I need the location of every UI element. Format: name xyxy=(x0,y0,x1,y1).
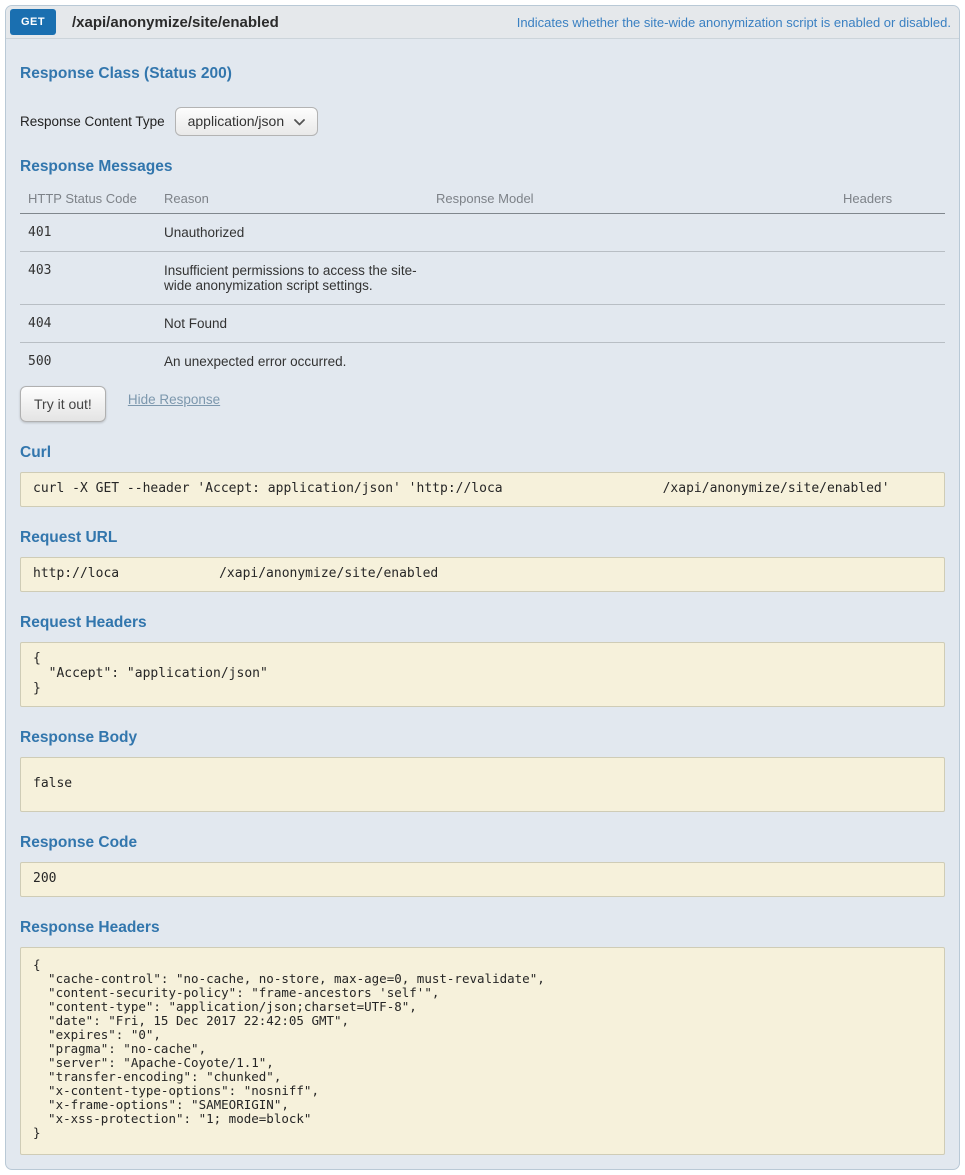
table-row: 403 Insufficient permissions to access t… xyxy=(20,252,945,305)
response-class-heading: Response Class (Status 200) xyxy=(20,65,945,83)
try-it-out-button[interactable]: Try it out! xyxy=(20,386,106,422)
chevron-down-icon xyxy=(294,113,305,129)
response-body-box: false xyxy=(20,757,945,812)
status-code-cell: 404 xyxy=(20,305,156,343)
operation-panel: GET /xapi/anonymize/site/enabled Indicat… xyxy=(5,5,960,1170)
status-code-cell: 401 xyxy=(20,214,156,252)
response-body-heading: Response Body xyxy=(20,729,945,747)
curl-command-prefix: curl -X GET --header 'Accept: applicatio… xyxy=(33,481,503,496)
request-url-heading: Request URL xyxy=(20,529,945,547)
response-model-cell xyxy=(428,305,835,343)
headers-cell xyxy=(835,343,945,381)
col-header-status-code: HTTP Status Code xyxy=(20,186,156,214)
reason-cell: Insufficient permissions to access the s… xyxy=(156,252,428,305)
request-url-suffix: /xapi/anonymize/site/enabled xyxy=(219,566,438,581)
hide-response-link[interactable]: Hide Response xyxy=(128,392,220,407)
response-model-cell xyxy=(428,252,835,305)
response-messages-table: HTTP Status Code Reason Response Model H… xyxy=(20,186,945,380)
curl-command-suffix: /xapi/anonymize/site/enabled' xyxy=(663,481,890,496)
request-headers-heading: Request Headers xyxy=(20,614,945,632)
response-messages-heading: Response Messages xyxy=(20,158,945,176)
response-content-type-label: Response Content Type xyxy=(20,114,165,129)
curl-heading: Curl xyxy=(20,444,945,462)
col-header-reason: Reason xyxy=(156,186,428,214)
table-row: 500 An unexpected error occurred. xyxy=(20,343,945,381)
status-code-cell: 403 xyxy=(20,252,156,305)
response-code-heading: Response Code xyxy=(20,834,945,852)
request-url-box: http://loca/xapi/anonymize/site/enabled xyxy=(20,557,945,592)
content-type-selected-value: application/json xyxy=(188,113,285,129)
col-header-headers: Headers xyxy=(835,186,945,214)
response-code-box: 200 xyxy=(20,862,945,897)
headers-cell xyxy=(835,214,945,252)
request-url-prefix: http://loca xyxy=(33,566,119,581)
reason-cell: Not Found xyxy=(156,305,428,343)
reason-cell: Unauthorized xyxy=(156,214,428,252)
response-content-type-row: Response Content Type application/json xyxy=(20,107,945,136)
response-headers-heading: Response Headers xyxy=(20,919,945,937)
curl-command-box: curl -X GET --header 'Accept: applicatio… xyxy=(20,472,945,507)
response-model-cell xyxy=(428,343,835,381)
headers-cell xyxy=(835,305,945,343)
content-type-dropdown[interactable]: application/json xyxy=(175,107,319,136)
col-header-response-model: Response Model xyxy=(428,186,835,214)
table-row: 404 Not Found xyxy=(20,305,945,343)
response-headers-box: { "cache-control": "no-cache, no-store, … xyxy=(20,947,945,1155)
request-headers-box: { "Accept": "application/json" } xyxy=(20,642,945,707)
response-model-cell xyxy=(428,214,835,252)
table-row: 401 Unauthorized xyxy=(20,214,945,252)
status-code-cell: 500 xyxy=(20,343,156,381)
operation-content: Response Class (Status 200) Response Con… xyxy=(6,39,959,1169)
actions-row: Try it out! Hide Response xyxy=(20,386,945,422)
http-method-badge: GET xyxy=(10,9,56,35)
reason-cell: An unexpected error occurred. xyxy=(156,343,428,381)
headers-cell xyxy=(835,252,945,305)
endpoint-summary[interactable]: Indicates whether the site-wide anonymiz… xyxy=(517,15,951,30)
operation-header[interactable]: GET /xapi/anonymize/site/enabled Indicat… xyxy=(6,6,959,39)
endpoint-path-link[interactable]: /xapi/anonymize/site/enabled xyxy=(72,14,279,31)
